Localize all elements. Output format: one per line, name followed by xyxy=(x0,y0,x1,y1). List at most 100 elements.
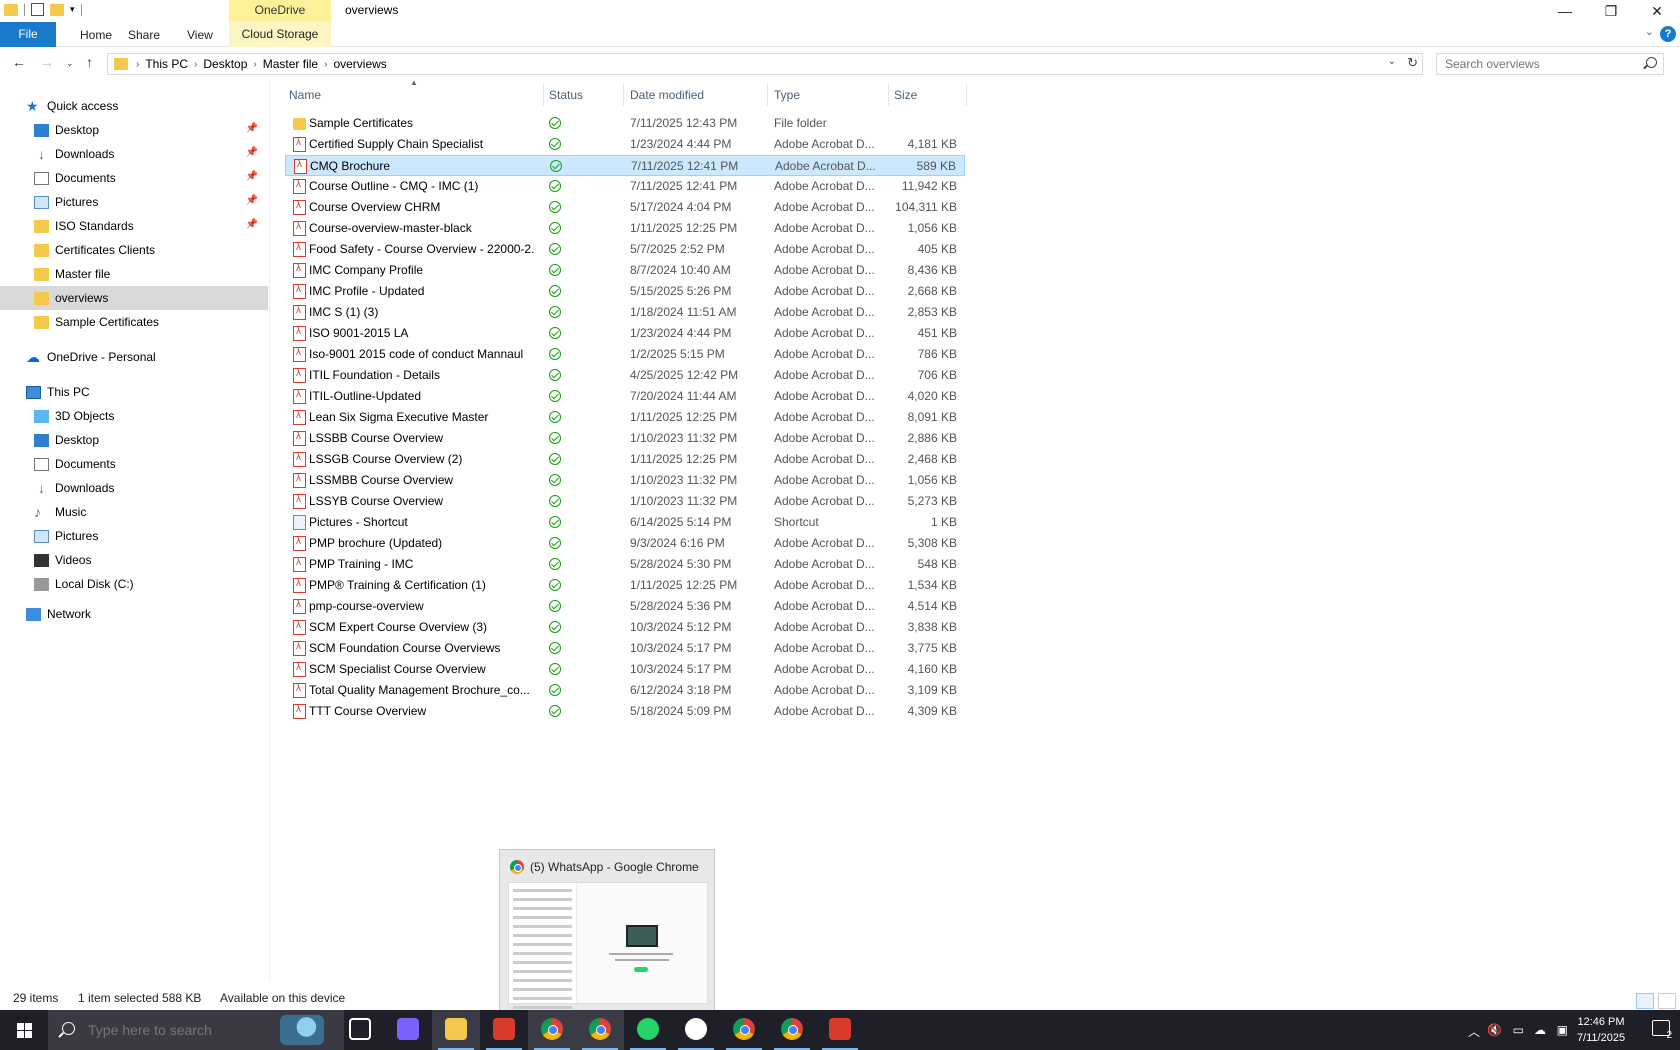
properties-icon[interactable] xyxy=(31,3,44,16)
window-preview[interactable] xyxy=(508,882,708,1009)
pin-icon[interactable]: 📌 xyxy=(246,147,258,158)
restore-button[interactable]: ❐ xyxy=(1588,0,1634,22)
nav-item-3d-objects[interactable]: 3D Objects xyxy=(0,404,268,428)
breadcrumb-overviews[interactable]: overviews xyxy=(333,57,386,71)
file-row[interactable]: IMC Company Profile 8/7/2024 10:40 AM Adob… xyxy=(285,260,965,281)
taskbar-app-chrome[interactable] xyxy=(576,1010,624,1050)
file-row[interactable]: Sample Certificates 7/11/2025 12:43 PM Fil… xyxy=(285,113,965,134)
nav-item-downloads[interactable]: ↓ Downloads 📌 xyxy=(0,142,268,166)
chevron-right-icon[interactable]: › xyxy=(136,59,139,70)
new-folder-icon[interactable] xyxy=(50,3,64,16)
file-row[interactable]: SCM Specialist Course Overview 10/3/2024 … xyxy=(285,659,965,680)
file-row[interactable]: ISO 9001-2015 LA 1/23/2024 4:44 PM Adobe A… xyxy=(285,323,965,344)
taskbar-app-whatsapp[interactable] xyxy=(624,1010,672,1050)
file-row[interactable]: Iso-9001 2015 code of conduct Mannaul 1/2… xyxy=(285,344,965,365)
search-input[interactable] xyxy=(1437,54,1637,74)
taskbar-app-app-red-blue[interactable] xyxy=(480,1010,528,1050)
tab-share[interactable]: Share xyxy=(128,25,160,45)
taskbar-thumbnail-popup[interactable]: (5) WhatsApp - Google Chrome xyxy=(499,849,715,1011)
file-row[interactable]: PMP Training - IMC 5/28/2024 5:30 PM Adobe… xyxy=(285,554,965,575)
file-row[interactable]: PMP brochure (Updated) 9/3/2024 6:16 PM Ad… xyxy=(285,533,965,554)
nav-item-pc-pictures[interactable]: Pictures xyxy=(0,524,268,548)
file-row[interactable]: IMC S (1) (3) 1/18/2024 11:51 AM Adobe Acr… xyxy=(285,302,965,323)
breadcrumb-desktop[interactable]: Desktop xyxy=(203,57,247,71)
recent-locations-icon[interactable]: ⌄ xyxy=(66,58,74,69)
tab-view[interactable]: View xyxy=(187,25,213,45)
file-row[interactable]: LSSGB Course Overview (2) 1/11/2025 12:25… xyxy=(285,449,965,470)
chevron-down-icon[interactable]: ⌄ xyxy=(1388,56,1396,67)
back-arrow-icon[interactable]: ← xyxy=(12,54,26,70)
column-divider[interactable] xyxy=(888,84,889,106)
tab-file[interactable]: File xyxy=(0,22,56,47)
file-row[interactable]: PMP® Training & Certification (1) 1/11/20… xyxy=(285,575,965,596)
nav-item-pc-desktop[interactable]: Desktop xyxy=(0,428,268,452)
file-row[interactable]: LSSYB Course Overview 1/10/2023 11:32 PM A… xyxy=(285,491,965,512)
file-row[interactable]: ITIL Foundation - Details 4/25/2025 12:42… xyxy=(285,365,965,386)
pin-icon[interactable]: 📌 xyxy=(246,123,258,134)
customize-toolbar-icon[interactable]: ▾ xyxy=(70,4,75,15)
file-row[interactable]: pmp-course-overview 5/28/2024 5:36 PM Adob… xyxy=(285,596,965,617)
column-header-type[interactable]: Type xyxy=(774,84,800,106)
file-row[interactable]: Total Quality Management Brochure_co... 6… xyxy=(285,680,965,701)
nav-this-pc[interactable]: This PC xyxy=(0,380,268,404)
taskbar-app-chrome[interactable] xyxy=(528,1010,576,1050)
nav-item-pc-documents[interactable]: Documents xyxy=(0,452,268,476)
refresh-icon[interactable]: ↻ xyxy=(1407,55,1418,71)
close-button[interactable]: ✕ xyxy=(1634,0,1680,22)
start-button[interactable] xyxy=(0,1010,48,1050)
nav-item-certificates-clients[interactable]: Certificates Clients xyxy=(0,238,268,262)
expand-ribbon-icon[interactable]: ⌄ xyxy=(1645,25,1654,38)
up-arrow-icon[interactable]: ↑ xyxy=(86,54,93,70)
nav-item-pictures[interactable]: Pictures 📌 xyxy=(0,190,268,214)
nav-quick-access[interactable]: ★ Quick access xyxy=(0,94,268,118)
help-icon[interactable]: ? xyxy=(1660,26,1676,42)
nav-item-iso-standards[interactable]: ISO Standards 📌 xyxy=(0,214,268,238)
folder-icon[interactable] xyxy=(4,3,18,16)
nav-item-overviews[interactable]: overviews xyxy=(0,286,268,310)
taskbar-app-chrome[interactable] xyxy=(768,1010,816,1050)
nav-network[interactable]: Network xyxy=(0,602,268,626)
volume-muted-icon[interactable]: 🔇 xyxy=(1487,1023,1502,1037)
device-icon[interactable]: ▭ xyxy=(1513,1023,1524,1037)
forward-arrow-icon[interactable]: → xyxy=(40,54,54,70)
taskbar-app-file-explorer[interactable] xyxy=(432,1010,480,1050)
column-header-size[interactable]: Size xyxy=(894,84,917,106)
taskbar-app-task-view[interactable] xyxy=(336,1010,384,1050)
nav-item-music[interactable]: ♪ Music xyxy=(0,500,268,524)
file-row[interactable]: Course Overview CHRM 5/17/2024 4:04 PM Ado… xyxy=(285,197,965,218)
nav-item-desktop[interactable]: Desktop 📌 xyxy=(0,118,268,142)
file-row[interactable]: Pictures - Shortcut 6/14/2025 5:14 PM Shor… xyxy=(285,512,965,533)
file-row[interactable]: TTT Course Overview 5/18/2024 5:09 PM Adob… xyxy=(285,701,965,722)
file-row[interactable]: Lean Six Sigma Executive Master 1/11/2025… xyxy=(285,407,965,428)
chevron-right-icon[interactable]: › xyxy=(324,59,327,70)
nav-item-videos[interactable]: Videos xyxy=(0,548,268,572)
nav-item-documents[interactable]: Documents 📌 xyxy=(0,166,268,190)
address-bar[interactable]: › This PC › Desktop › Master file › over… xyxy=(107,53,1423,75)
file-row[interactable]: IMC Profile - Updated 5/15/2025 5:26 PM Ad… xyxy=(285,281,965,302)
file-row[interactable]: Certified Supply Chain Specialist 1/23/20… xyxy=(285,134,965,155)
file-row[interactable]: SCM Foundation Course Overviews 10/3/2024… xyxy=(285,638,965,659)
nav-onedrive[interactable]: ☁ OneDrive - Personal xyxy=(0,345,268,369)
taskbar-app-acrobat[interactable] xyxy=(816,1010,864,1050)
file-row[interactable]: ITIL-Outline-Updated 7/20/2024 11:44 AM Ad… xyxy=(285,386,965,407)
large-icons-view-icon[interactable] xyxy=(1658,993,1676,1009)
nav-item-master-file[interactable]: Master file xyxy=(0,262,268,286)
file-row[interactable]: SCM Expert Course Overview (3) 10/3/2024 … xyxy=(285,617,965,638)
details-view-icon[interactable] xyxy=(1636,993,1654,1009)
breadcrumb-this-pc[interactable]: This PC xyxy=(145,57,188,71)
pane-divider[interactable] xyxy=(269,80,270,980)
file-row[interactable]: LSSMBB Course Overview 1/10/2023 11:32 PM… xyxy=(285,470,965,491)
pin-icon[interactable]: 📌 xyxy=(246,195,258,206)
column-header-date-modified[interactable]: Date modified xyxy=(630,84,704,106)
file-row[interactable]: Food Safety - Course Overview - 22000-2.… xyxy=(285,239,965,260)
file-row[interactable]: Course Outline - CMQ - IMC (1) 7/11/2025 … xyxy=(285,176,965,197)
chevron-up-icon[interactable]: ︿ xyxy=(1468,1023,1480,1040)
taskbar-app-chrome[interactable] xyxy=(720,1010,768,1050)
column-divider[interactable] xyxy=(767,84,768,106)
clock[interactable]: 12:46 PM 7/11/2025 xyxy=(1566,1014,1636,1046)
column-header-status[interactable]: Status xyxy=(549,84,583,106)
file-row[interactable]: CMQ Brochure 7/11/2025 12:41 PM Adobe Acro… xyxy=(285,155,965,176)
tab-home[interactable]: Home xyxy=(80,25,112,45)
column-header-name[interactable]: Name xyxy=(289,84,321,106)
tab-cloud-storage[interactable]: Cloud Storage xyxy=(229,22,331,47)
